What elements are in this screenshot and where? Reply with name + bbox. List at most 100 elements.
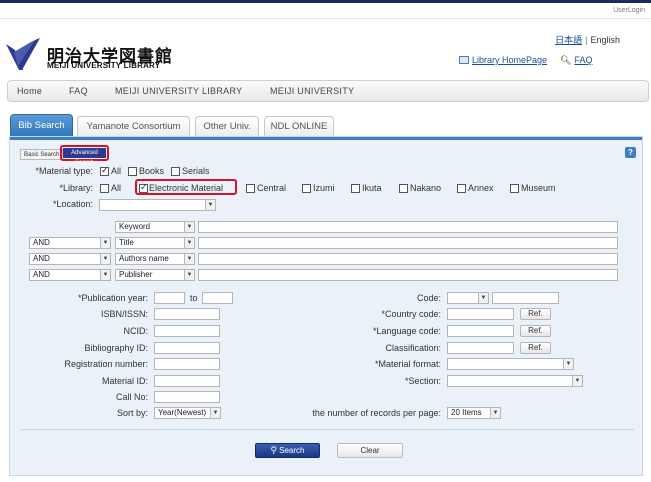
library-central-label: Central <box>257 183 287 193</box>
advanced-search-highlight: Advanced Search <box>60 145 109 166</box>
search-panel: ? Basic Search Advanced Search *Material… <box>9 136 643 476</box>
chevron-down-icon: ▼ <box>100 238 110 248</box>
location-label: *Location: <box>52 199 93 209</box>
code-select[interactable]: ▼ <box>447 292 489 304</box>
library-izumi-checkbox[interactable] <box>302 184 311 193</box>
classification-ref-button[interactable]: Ref. <box>520 342 551 354</box>
tab-other-univ[interactable]: Other Univ. <box>195 116 259 137</box>
call-no-label: Call No: <box>115 392 148 402</box>
search-button[interactable]: ⚲ Search <box>255 443 320 458</box>
call-no-input[interactable] <box>154 391 220 403</box>
meiji-logo-icon <box>6 38 40 70</box>
ncid-input[interactable] <box>154 325 220 337</box>
sort-by-label: Sort by: <box>116 408 148 418</box>
library-ikuta-label: Ikuta <box>362 183 382 193</box>
homepage-icon <box>459 56 469 64</box>
operator-select-3[interactable]: AND ▼ <box>29 253 111 265</box>
isbn-label: ISBN/ISSN: <box>100 309 148 319</box>
library-central-checkbox[interactable] <box>246 184 255 193</box>
material-all-label: All <box>111 166 122 176</box>
chevron-down-icon: ▼ <box>184 222 194 232</box>
material-serials-checkbox[interactable] <box>171 167 180 176</box>
title-input[interactable] <box>198 237 618 249</box>
main-navigation: Home FAQ MEIJI UNIVERSITY LIBRARY MEIJI … <box>7 80 649 102</box>
country-code-ref-button[interactable]: Ref. <box>520 308 551 320</box>
reg-no-label: Registration number: <box>64 359 148 369</box>
chevron-down-icon: ▼ <box>478 293 488 303</box>
pub-year-from-input[interactable] <box>154 292 185 304</box>
bib-id-input[interactable] <box>154 342 220 354</box>
library-homepage-link-wrap: Library HomePage <box>459 55 547 65</box>
publisher-input[interactable] <box>198 269 618 281</box>
logo-english-text: MEIJI UNIVERSITY LIBRARY <box>47 61 161 70</box>
material-books-label: Books <box>139 166 165 176</box>
library-nakano-checkbox[interactable] <box>399 184 408 193</box>
language-code-input[interactable] <box>447 325 514 337</box>
language-code-ref-button[interactable]: Ref. <box>520 325 551 337</box>
advanced-search-button[interactable]: Advanced Search <box>63 148 106 166</box>
classification-input[interactable] <box>447 342 514 354</box>
basic-search-button[interactable]: Basic Search <box>20 149 64 160</box>
country-code-label: *Country code: <box>381 309 441 319</box>
search-icon: 🔍︎ <box>560 55 572 65</box>
operator-select-4[interactable]: AND ▼ <box>29 269 111 281</box>
library-electronic-checkbox[interactable] <box>139 182 148 193</box>
operator-select-2[interactable]: AND ▼ <box>29 237 111 249</box>
pub-year-label: *Publication year: <box>77 293 148 303</box>
records-per-page-select[interactable]: 20 Items ▼ <box>447 407 501 419</box>
chevron-down-icon: ▼ <box>205 200 215 210</box>
authors-input[interactable] <box>198 253 618 265</box>
ncid-label: NCID: <box>123 326 149 336</box>
lang-english-current: English <box>590 35 620 45</box>
material-format-select[interactable]: ▼ <box>447 358 574 370</box>
library-all-checkbox[interactable] <box>100 184 109 193</box>
library-logo[interactable]: 明治大学図書館 MEIJI UNIVERSITY LIBRARY <box>5 36 175 72</box>
chevron-down-icon: ▼ <box>184 238 194 248</box>
library-ikuta-checkbox[interactable] <box>351 184 360 193</box>
nav-meiji-university-library[interactable]: MEIJI UNIVERSITY LIBRARY <box>115 86 242 96</box>
search-icon: ⚲ <box>270 445 278 455</box>
material-type-label: *Material type: <box>35 166 93 176</box>
classification-label: Classification: <box>385 343 441 353</box>
language-code-label: *Language code: <box>372 326 441 336</box>
clear-button[interactable]: Clear <box>337 443 403 458</box>
tab-yamanote-consortium[interactable]: Yamanote Consortium <box>77 116 190 137</box>
isbn-input[interactable] <box>154 308 220 320</box>
top-accent-bar <box>0 0 651 3</box>
library-nakano-label: Nakano <box>410 183 442 193</box>
nav-home[interactable]: Home <box>17 86 42 96</box>
field-select-1[interactable]: Keyword ▼ <box>115 221 195 233</box>
tab-bib-search[interactable]: Bib Search <box>10 114 73 138</box>
chevron-down-icon: ▼ <box>572 376 582 386</box>
pub-year-to-label: to <box>190 293 198 303</box>
library-all-label: All <box>111 183 122 193</box>
lang-separator: | <box>585 35 588 45</box>
field-select-4[interactable]: Publisher ▼ <box>115 269 195 281</box>
country-code-input[interactable] <box>447 308 514 320</box>
lang-japanese-link[interactable]: 日本語 <box>555 35 582 45</box>
field-select-3[interactable]: Authors name ▼ <box>115 253 195 265</box>
help-icon[interactable]: ? <box>625 147 636 158</box>
nav-faq[interactable]: FAQ <box>69 86 88 96</box>
header-divider <box>0 18 651 19</box>
faq-link-wrap: 🔍︎ FAQ <box>560 55 592 66</box>
reg-no-input[interactable] <box>154 358 220 370</box>
location-select[interactable]: ▼ <box>99 199 216 211</box>
library-annex-checkbox[interactable] <box>457 184 466 193</box>
material-books-checkbox[interactable] <box>128 167 137 176</box>
code-input[interactable] <box>492 292 559 304</box>
material-id-input[interactable] <box>154 375 220 387</box>
library-museum-checkbox[interactable] <box>510 184 519 193</box>
user-login-link[interactable]: UserLogin <box>613 7 645 14</box>
keyword-input[interactable] <box>198 221 618 233</box>
nav-meiji-university[interactable]: MEIJI UNIVERSITY <box>270 86 354 96</box>
tab-ndl-online[interactable]: NDL ONLINE <box>264 116 334 137</box>
section-select[interactable]: ▼ <box>447 375 583 387</box>
material-all-checkbox[interactable] <box>100 165 109 176</box>
sort-by-select[interactable]: Year(Newest) ▼ <box>154 407 221 419</box>
chevron-down-icon: ▼ <box>563 359 573 369</box>
field-select-2[interactable]: Title ▼ <box>115 237 195 249</box>
library-homepage-link[interactable]: Library HomePage <box>472 55 547 65</box>
faq-link[interactable]: FAQ <box>574 55 592 65</box>
pub-year-to-input[interactable] <box>202 292 233 304</box>
